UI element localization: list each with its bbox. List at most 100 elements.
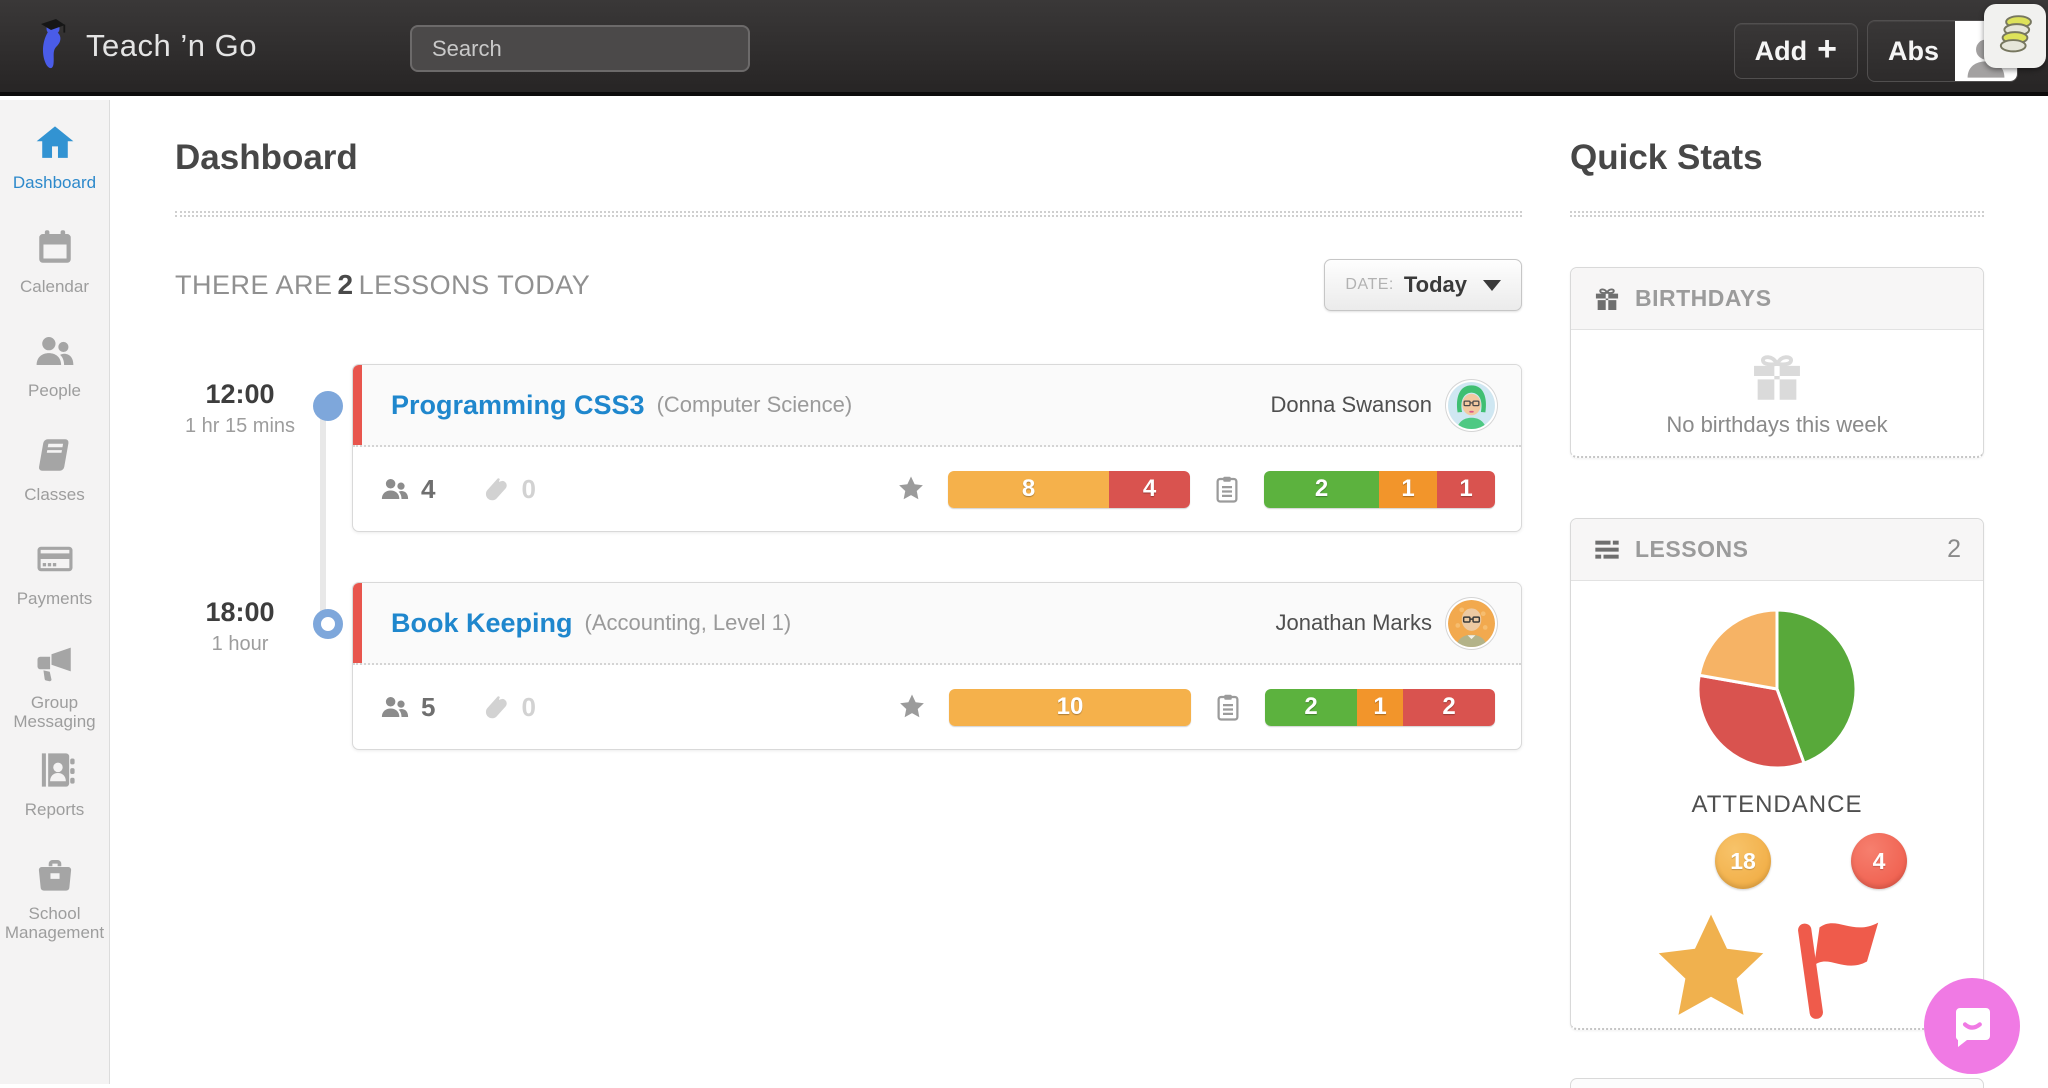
bar-segment-orange: 1: [1357, 689, 1403, 726]
main-content: Dashboard THERE ARE2LESSONS TODAY DATE: …: [175, 100, 1522, 800]
lessons-card-title: LESSONS: [1635, 536, 1748, 563]
gold-stars-badge: 18: [1715, 833, 1771, 889]
pie-slice-orange: [1699, 610, 1777, 689]
bar-segment-amber: 10: [949, 689, 1191, 726]
search-input[interactable]: [410, 25, 750, 72]
gift-icon: [1593, 285, 1621, 313]
no-birthdays-message: No birthdays this week: [1666, 412, 1887, 438]
absences-button-label: Abs: [1888, 36, 1939, 67]
browser-extension-coins-icon[interactable]: [1984, 4, 2046, 68]
page-title: Dashboard: [175, 138, 1522, 178]
sidebar-item-label: School Management: [4, 904, 105, 942]
add-button[interactable]: Add +: [1734, 23, 1858, 79]
sidebar-item-reports[interactable]: Reports: [0, 739, 109, 843]
school-management-icon: [33, 853, 77, 895]
divider: [1570, 211, 1984, 217]
birthdays-card-header: BIRTHDAYS: [1571, 268, 1983, 330]
timeline-dot-col: [305, 364, 352, 532]
chat-bubble-icon: [1948, 1002, 1996, 1050]
summary-row: THERE ARE2LESSONS TODAY DATE: Today: [175, 259, 1522, 311]
sidebar-item-label: Classes: [24, 485, 84, 504]
teach-n-go-logo-icon: [34, 17, 76, 75]
chat-button[interactable]: [1924, 978, 2020, 1074]
classes-icon: [33, 434, 77, 476]
red-flag-icon: [1779, 873, 1907, 1030]
paperclip-icon: [479, 474, 511, 504]
sidebar-item-school-management[interactable]: School Management: [0, 843, 109, 950]
gold-stars-bar: 84: [948, 471, 1190, 508]
sidebar-item-payments[interactable]: Payments: [0, 528, 109, 632]
lesson-duration: 1 hr 15 mins: [175, 415, 305, 438]
date-filter-value: Today: [1404, 272, 1467, 298]
red-flags-badge: 4: [1851, 833, 1907, 889]
sidebar-item-calendar[interactable]: Calendar: [0, 216, 109, 320]
clipboard-icon: [1213, 692, 1243, 722]
lesson-time-block: 18:00 1 hour: [175, 582, 305, 750]
bar-segment-green: 2: [1264, 471, 1379, 508]
clipboard-icon: [1212, 474, 1242, 504]
date-filter-dropdown[interactable]: DATE: Today: [1324, 259, 1522, 311]
lesson-color-stripe: [353, 583, 362, 663]
lesson-card-body: 5 0 10 212: [353, 665, 1521, 749]
birthdays-card-title: BIRTHDAYS: [1635, 285, 1772, 312]
teacher-avatar[interactable]: [1448, 600, 1495, 647]
lesson-card[interactable]: Programming CSS3 (Computer Science) Donn…: [352, 364, 1522, 532]
sidebar-item-label: Payments: [17, 589, 93, 608]
plus-icon: +: [1817, 30, 1837, 69]
bar-segment-red: 2: [1403, 689, 1495, 726]
lesson-time: 12:00: [175, 379, 305, 410]
paperclip-icon: [479, 692, 511, 722]
sidebar: Dashboard Calendar People Classes Paymen…: [0, 100, 110, 1084]
lessons-timeline: 12:00 1 hr 15 mins Programming CSS3 (Com…: [175, 364, 1522, 750]
quick-stats-title: Quick Stats: [1570, 138, 1984, 178]
reports-icon: [33, 749, 77, 791]
divider: [175, 211, 1522, 217]
calendar-icon: [33, 226, 77, 268]
quick-stats-panel: Quick Stats BIRTHDAYS No birthdays this …: [1570, 100, 1984, 1088]
students-icon: [379, 474, 411, 504]
attendance-bar: 211: [1264, 471, 1495, 508]
people-icon: [33, 330, 77, 372]
teacher-name: Jonathan Marks: [1275, 610, 1432, 636]
next-card-partial: [1570, 1078, 1984, 1088]
gold-stars-bar: 10: [949, 689, 1191, 726]
brand-logo[interactable]: Teach ’n Go: [34, 17, 257, 75]
sidebar-item-label: Calendar: [20, 277, 89, 296]
birthdays-card: BIRTHDAYS No birthdays this week: [1570, 267, 1984, 458]
lessons-summary: THERE ARE2LESSONS TODAY: [175, 269, 590, 301]
bar-segment-red: 4: [1109, 471, 1190, 508]
sidebar-item-people[interactable]: People: [0, 320, 109, 424]
lesson-color-stripe: [353, 365, 362, 445]
bar-segment-green: 2: [1265, 689, 1357, 726]
lesson-title-link[interactable]: Programming CSS3: [391, 390, 645, 421]
lesson-subject: (Accounting, Level 1): [585, 610, 792, 636]
star-icon: [896, 474, 926, 504]
lesson-title-link[interactable]: Book Keeping: [391, 608, 573, 639]
students-count: 4: [379, 474, 435, 505]
sidebar-item-label: Reports: [25, 800, 85, 819]
birthdays-card-body: No birthdays this week: [1571, 330, 1983, 456]
teacher-avatar[interactable]: [1448, 382, 1495, 429]
teacher-name: Donna Swanson: [1271, 392, 1432, 418]
date-filter-label: DATE:: [1345, 276, 1393, 294]
timeline-dot: [313, 609, 343, 639]
summary-suffix: LESSONS TODAY: [359, 270, 591, 300]
lesson-card[interactable]: Book Keeping (Accounting, Level 1) Jonat…: [352, 582, 1522, 750]
lessons-stats-card: LESSONS 2 ATTENDANCE 18 GOLD STARS 4: [1570, 518, 1984, 1030]
attachments-value: 0: [521, 692, 535, 723]
gold-stars-stat: 18 GOLD STARS: [1647, 873, 1775, 1030]
attachments-count: 0: [479, 474, 535, 505]
attendance-label: ATTENDANCE: [1571, 791, 1983, 819]
sidebar-item-label: Dashboard: [13, 173, 96, 192]
sidebar-item-group-messaging[interactable]: Group Messaging: [0, 632, 109, 739]
sidebar-item-dashboard[interactable]: Dashboard: [0, 112, 109, 216]
sidebar-item-classes[interactable]: Classes: [0, 424, 109, 528]
timeline-dot: [313, 391, 343, 421]
lesson-row: 18:00 1 hour Book Keeping (Accounting, L…: [175, 582, 1522, 750]
lesson-card-header: Programming CSS3 (Computer Science) Donn…: [353, 365, 1521, 447]
stars-flags-row: 18 GOLD STARS 4 RED FLAGS: [1571, 873, 1983, 1030]
add-button-label: Add: [1755, 36, 1807, 67]
attendance-pie-chart: [1694, 606, 1860, 772]
students-icon: [379, 692, 411, 722]
gold-star-icon: [1647, 873, 1775, 1030]
